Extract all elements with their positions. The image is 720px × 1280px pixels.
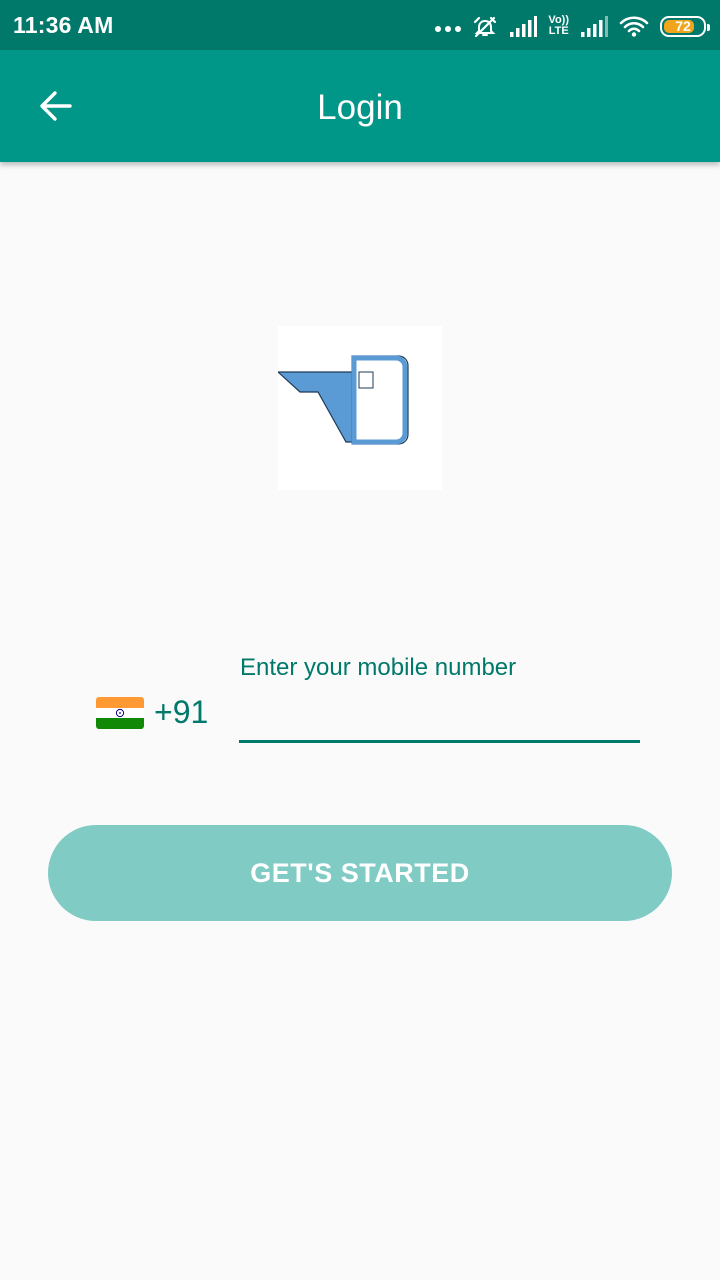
app-bar: Login: [0, 50, 720, 162]
dial-code: +91: [154, 694, 209, 730]
status-time: 11:36 AM: [13, 12, 114, 38]
signal-icon: [510, 16, 538, 37]
logo-mark: [276, 355, 409, 445]
country-code-picker[interactable]: +91: [96, 694, 208, 731]
mobile-number-label: Enter your mobile number: [240, 654, 517, 681]
battery-icon: 72: [660, 15, 710, 37]
alarm-off-icon: [474, 16, 497, 38]
lte-label: LTE: [548, 25, 569, 37]
more-notifications-icon: [435, 26, 462, 32]
page-title: Login: [317, 88, 403, 127]
signal-icon-2: [581, 16, 608, 37]
app-logo: [276, 326, 442, 490]
mobile-number-input[interactable]: [239, 690, 640, 743]
status-icons: Vo)) LTE 72: [435, 13, 710, 39]
get-started-button[interactable]: GET'S STARTED: [48, 825, 672, 921]
volte-icon: Vo)) LTE: [548, 15, 569, 37]
status-bar: 11:36 AM Vo)) LTE 72: [0, 0, 720, 50]
wifi-icon: [619, 16, 649, 37]
battery-level: 72: [675, 18, 691, 34]
india-flag-icon: [96, 696, 144, 729]
